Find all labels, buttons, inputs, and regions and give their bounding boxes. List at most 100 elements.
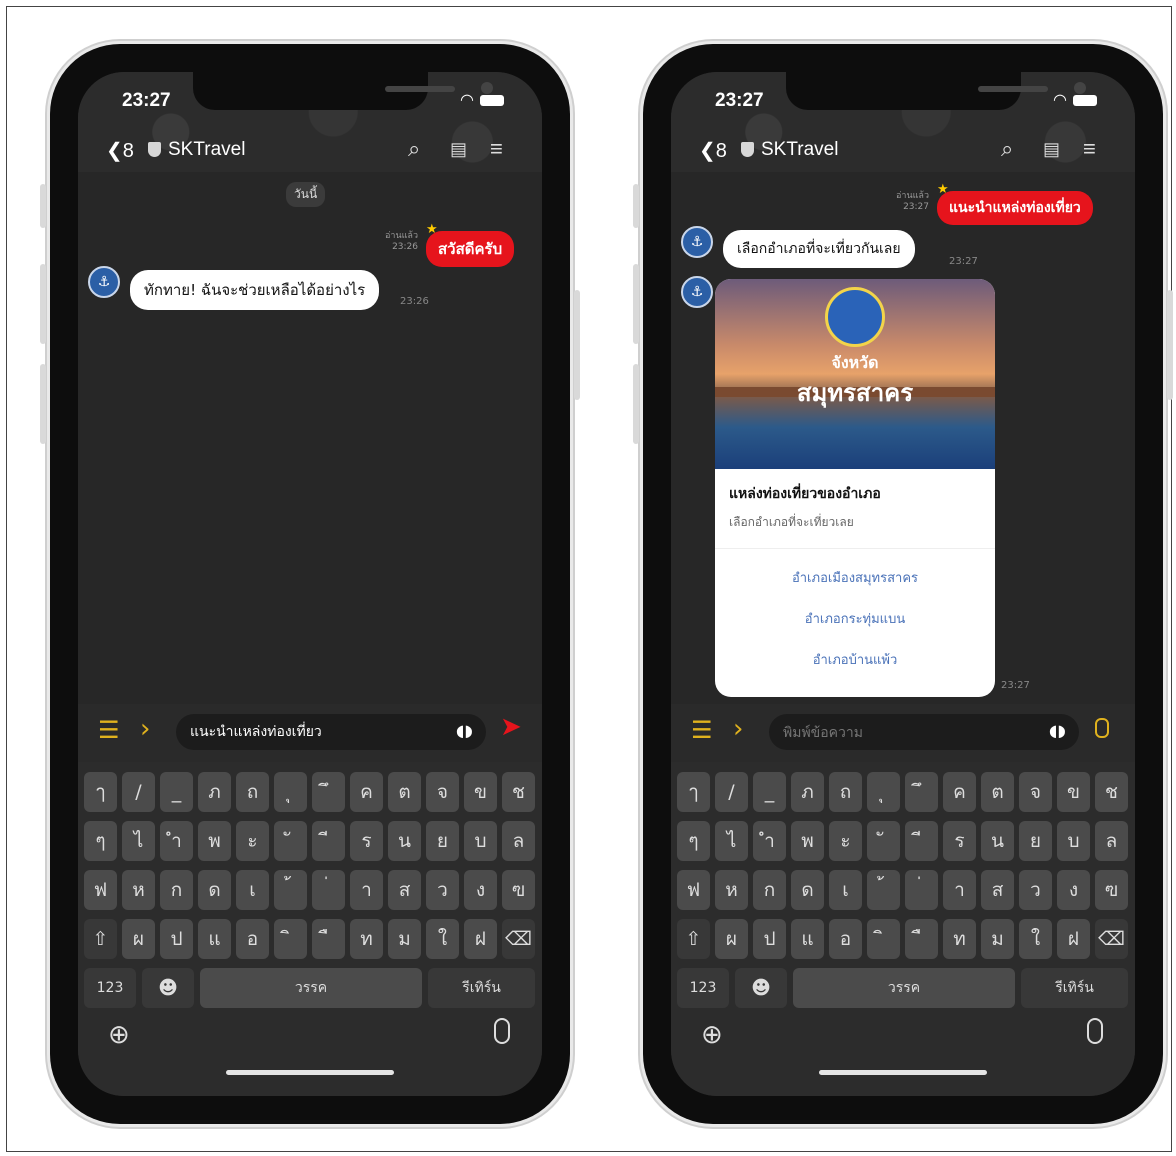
key[interactable]: เ	[236, 870, 269, 910]
send-icon[interactable]: ➤	[500, 712, 522, 742]
key[interactable]: ิ	[274, 919, 307, 959]
menu-icon[interactable]: ☰	[98, 716, 120, 744]
key[interactable]: ย	[1019, 821, 1052, 861]
key[interactable]: อ	[236, 919, 269, 959]
space-key[interactable]: วรรค	[793, 968, 1015, 1008]
district-option[interactable]: อำเภอบ้านแพ้ว	[715, 639, 995, 680]
key[interactable]: ต	[981, 772, 1014, 812]
key[interactable]: ฟ	[84, 870, 117, 910]
key[interactable]: ้	[274, 870, 307, 910]
key[interactable]: ข	[464, 772, 497, 812]
key[interactable]: ถ	[829, 772, 862, 812]
key[interactable]: ล	[502, 821, 535, 861]
delete-key[interactable]: ⌫	[502, 919, 535, 959]
key[interactable]: แ	[791, 919, 824, 959]
key[interactable]: น	[981, 821, 1014, 861]
notes-icon[interactable]: ▤	[1043, 139, 1060, 160]
bot-avatar[interactable]: ⚓	[681, 226, 713, 258]
key[interactable]: /	[715, 772, 748, 812]
key[interactable]: ก	[160, 870, 193, 910]
key[interactable]: ค	[943, 772, 976, 812]
menu-icon[interactable]: ≡	[1083, 136, 1096, 162]
card-hero-image[interactable]: จังหวัด สมุทรสาคร	[715, 279, 995, 469]
home-indicator[interactable]	[819, 1070, 987, 1075]
key[interactable]: ๅ	[84, 772, 117, 812]
key[interactable]: ล	[1095, 821, 1128, 861]
key[interactable]: ฃ	[1095, 870, 1128, 910]
bot-avatar[interactable]: ⚓	[681, 276, 713, 308]
sticker-icon[interactable]: ◖◗	[456, 721, 473, 740]
menu-icon[interactable]: ≡	[490, 136, 503, 162]
key[interactable]: ด	[791, 870, 824, 910]
key[interactable]: ก	[753, 870, 786, 910]
key[interactable]: จ	[1019, 772, 1052, 812]
key[interactable]: จ	[426, 772, 459, 812]
key[interactable]: ะ	[829, 821, 862, 861]
key[interactable]: ุ	[867, 772, 900, 812]
key[interactable]: ่	[905, 870, 938, 910]
return-key[interactable]: รีเทิร์น	[1021, 968, 1128, 1008]
key[interactable]: ผ	[715, 919, 748, 959]
shift-key[interactable]: ⇧	[84, 919, 117, 959]
key[interactable]: ป	[753, 919, 786, 959]
key[interactable]: ไ	[122, 821, 155, 861]
key[interactable]: ว	[426, 870, 459, 910]
key[interactable]: ฃ	[502, 870, 535, 910]
key[interactable]: น	[388, 821, 421, 861]
key[interactable]: ค	[350, 772, 383, 812]
outgoing-message[interactable]: แนะนำแหล่งท่องเที่ยว	[937, 191, 1093, 225]
key[interactable]: ท	[943, 919, 976, 959]
key[interactable]: อ	[829, 919, 862, 959]
key[interactable]: ำ	[160, 821, 193, 861]
emoji-key[interactable]: ☻	[735, 968, 787, 1008]
delete-key[interactable]: ⌫	[1095, 919, 1128, 959]
sticker-icon[interactable]: ◖◗	[1049, 721, 1066, 740]
microphone-icon[interactable]	[1095, 718, 1109, 738]
microphone-icon[interactable]	[1087, 1018, 1103, 1044]
numbers-key[interactable]: 123	[84, 968, 136, 1008]
key[interactable]: ั	[274, 821, 307, 861]
search-icon[interactable]: ⌕	[408, 136, 420, 162]
chevron-right-icon[interactable]: ›	[140, 714, 150, 744]
key[interactable]: ไ	[715, 821, 748, 861]
key[interactable]: ภ	[791, 772, 824, 812]
key[interactable]: ว	[1019, 870, 1052, 910]
key[interactable]: ฝ	[1057, 919, 1090, 959]
key[interactable]: า	[943, 870, 976, 910]
key[interactable]: _	[160, 772, 193, 812]
key[interactable]: า	[350, 870, 383, 910]
key[interactable]: ร	[350, 821, 383, 861]
menu-icon[interactable]: ☰	[691, 716, 713, 744]
key[interactable]: ช	[502, 772, 535, 812]
key[interactable]: ิ	[867, 919, 900, 959]
return-key[interactable]: รีเทิร์น	[428, 968, 535, 1008]
key[interactable]: ใ	[426, 919, 459, 959]
key[interactable]: บ	[1057, 821, 1090, 861]
key[interactable]: ่	[312, 870, 345, 910]
key[interactable]: ส	[388, 870, 421, 910]
key[interactable]: ภ	[198, 772, 231, 812]
key[interactable]: เ	[829, 870, 862, 910]
key[interactable]: ฝ	[464, 919, 497, 959]
outgoing-message[interactable]: สวัสดีครับ	[426, 231, 515, 267]
key[interactable]: ง	[1057, 870, 1090, 910]
numbers-key[interactable]: 123	[677, 968, 729, 1008]
space-key[interactable]: วรรค	[200, 968, 422, 1008]
key[interactable]: ฟ	[677, 870, 710, 910]
key[interactable]: ั	[867, 821, 900, 861]
key[interactable]: ง	[464, 870, 497, 910]
shift-key[interactable]: ⇧	[677, 919, 710, 959]
search-icon[interactable]: ⌕	[1001, 136, 1013, 162]
key[interactable]: ม	[388, 919, 421, 959]
district-option[interactable]: อำเภอกระทุ่มแบน	[715, 598, 995, 639]
message-input[interactable]: แนะนำแหล่งท่องเที่ยว	[176, 714, 486, 750]
microphone-icon[interactable]	[494, 1018, 510, 1044]
key[interactable]: ช	[1095, 772, 1128, 812]
incoming-message[interactable]: ทักทาย! ฉันจะช่วยเหลือได้อย่างไร	[130, 270, 380, 310]
key[interactable]: ต	[388, 772, 421, 812]
incoming-message[interactable]: เลือกอำเภอที่จะเที่ยวกันเลย	[723, 230, 915, 268]
key[interactable]: พ	[198, 821, 231, 861]
key[interactable]: ื	[905, 919, 938, 959]
key[interactable]: ย	[426, 821, 459, 861]
key[interactable]: พ	[791, 821, 824, 861]
